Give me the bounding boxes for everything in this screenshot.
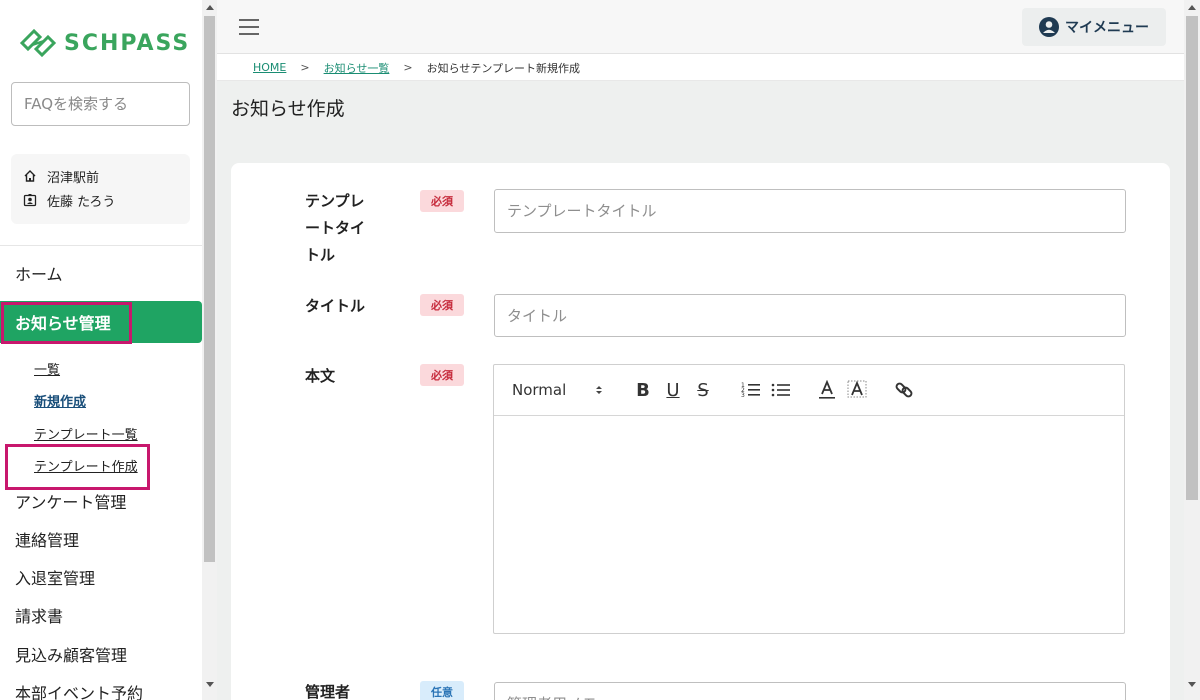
title-input[interactable] — [494, 294, 1126, 337]
optional-badge: 任意 — [420, 681, 464, 700]
sidebar-item-home[interactable]: ホーム — [0, 258, 202, 288]
logo-text: SCHPASS — [64, 30, 191, 56]
scroll-down-arrow-icon[interactable] — [1188, 682, 1196, 687]
logo[interactable]: SCHPASS — [18, 26, 190, 60]
sidebar-item-contact[interactable]: 連絡管理 — [0, 524, 202, 554]
underline-icon[interactable]: U — [662, 377, 684, 403]
badge-icon — [23, 194, 37, 207]
breadcrumb-current: お知らせテンプレート新規作成 — [426, 61, 581, 75]
my-menu-label: マイメニュー — [1065, 20, 1149, 36]
strike-icon[interactable]: S — [692, 377, 714, 403]
sidebar-item-entry[interactable]: 入退室管理 — [0, 562, 202, 592]
home-icon — [24, 170, 36, 182]
admin-label: 管理者 — [305, 683, 351, 700]
sidebar-scroll-thumb[interactable] — [204, 16, 215, 562]
sidebar-sub-list[interactable]: 一覧 — [34, 359, 60, 378]
sidebar-divider — [0, 245, 202, 246]
main-content: お知らせ作成 テンプレ ートタイ トル 必須 タイトル 必須 本文 必須 Nor… — [217, 81, 1184, 700]
top-bar: マイメニュー — [217, 0, 1184, 54]
school-name: 沼津駅前 — [47, 170, 100, 186]
user-circle-icon — [1039, 17, 1059, 37]
scroll-up-arrow-icon[interactable] — [1188, 5, 1196, 10]
user-name: 佐藤 たろう — [47, 194, 116, 210]
page-scrollbar[interactable] — [1184, 0, 1200, 700]
sidebar-item-invoice[interactable]: 請求書 — [0, 600, 202, 630]
breadcrumb-list[interactable]: お知らせ一覧 — [324, 60, 390, 76]
user-row: 佐藤 たろう — [23, 188, 178, 212]
required-badge: 必須 — [420, 190, 464, 212]
format-select[interactable]: Normal — [512, 377, 604, 403]
breadcrumb-separator: > — [300, 61, 310, 74]
school-row: 沼津駅前 — [23, 164, 178, 188]
sidebar-item-survey[interactable]: アンケート管理 — [0, 486, 202, 516]
sidebar-sub-template-list[interactable]: テンプレート一覧 — [34, 424, 138, 443]
highlight-icon[interactable] — [846, 377, 868, 403]
hamburger-icon[interactable] — [239, 19, 259, 35]
bold-icon[interactable]: B — [632, 377, 654, 403]
text-color-icon[interactable] — [816, 377, 838, 403]
ordered-list-icon[interactable]: 123 — [739, 377, 763, 403]
scroll-down-arrow-icon[interactable] — [206, 682, 214, 687]
scroll-up-arrow-icon[interactable] — [206, 5, 214, 10]
updown-icon — [596, 386, 602, 394]
body-label: 本文 — [305, 367, 336, 385]
sidebar-item-prospect[interactable]: 見込み顧客管理 — [0, 639, 202, 669]
form-card: テンプレ ートタイ トル 必須 タイトル 必須 本文 必須 Normal B U… — [231, 163, 1170, 700]
sidebar-scrollbar[interactable] — [202, 0, 217, 700]
page-scroll-thumb[interactable] — [1186, 16, 1198, 500]
required-badge: 必須 — [420, 364, 464, 386]
breadcrumb-separator: > — [403, 61, 413, 74]
sidebar-item-event[interactable]: 本部イベント予約 — [0, 677, 202, 700]
page-title: お知らせ作成 — [231, 98, 345, 120]
user-info-box: 沼津駅前 佐藤 たろう — [11, 154, 190, 224]
link-icon[interactable] — [892, 377, 916, 403]
title-label: タイトル — [305, 297, 366, 315]
highlight-box-template-create — [5, 444, 150, 490]
highlight-box-news — [1, 302, 132, 344]
svg-text:3: 3 — [741, 392, 745, 399]
template-title-input[interactable] — [494, 189, 1126, 233]
sidebar: SCHPASS 沼津駅前 佐藤 たろう ホーム お知らせ管理 一覧 新規作成 テ… — [0, 0, 202, 700]
format-select-value: Normal — [512, 381, 567, 399]
breadcrumb-home[interactable]: HOME — [253, 61, 286, 74]
admin-memo-input[interactable] — [494, 682, 1126, 700]
faq-search-input[interactable] — [11, 82, 190, 126]
bullet-list-icon[interactable] — [769, 377, 793, 403]
my-menu-button[interactable]: マイメニュー — [1022, 8, 1166, 46]
required-badge: 必須 — [420, 294, 464, 316]
sidebar-sub-new[interactable]: 新規作成 — [34, 391, 86, 410]
logo-icon — [19, 28, 57, 58]
editor-toolbar: Normal B U S 123 — [494, 365, 1124, 416]
editor-content-area[interactable] — [494, 416, 1124, 633]
template-title-label: テンプレ ートタイ トル — [305, 192, 366, 264]
breadcrumb: HOME > お知らせ一覧 > お知らせテンプレート新規作成 — [217, 55, 1184, 81]
rich-text-editor: Normal B U S 123 — [493, 364, 1125, 634]
